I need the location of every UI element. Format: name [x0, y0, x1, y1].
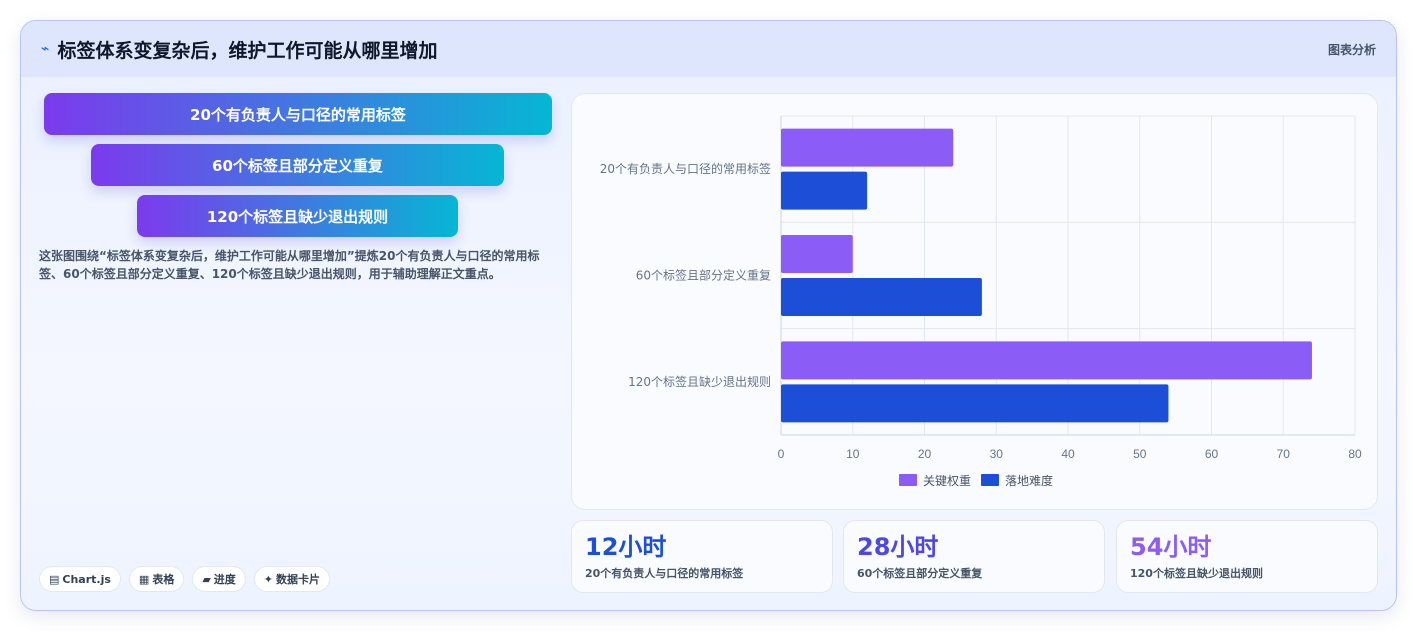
stat-value: 28小时 — [857, 533, 939, 561]
tag-label: Chart.js — [62, 572, 111, 586]
funnel-step-3: 120个标签且缺少退出规则 — [137, 195, 458, 237]
table-icon: ▦ — [138, 572, 150, 586]
bar — [781, 341, 1312, 380]
tag-table[interactable]: ▦ 表格 — [128, 566, 185, 592]
tag-label: 表格 — [152, 573, 175, 586]
stat-card-1: 12小时 20个有负责人与口径的常用标签 — [571, 520, 833, 593]
header-tag: 图表分析 — [1327, 43, 1376, 57]
chart-card: ⌁ 标签体系变复杂后，维护工作可能从哪里增加 图表分析 20个有负责人与口径的常… — [20, 20, 1397, 611]
legend-label: 落地难度 — [1005, 473, 1053, 488]
stat-label: 20个有负责人与口径的常用标签 — [585, 567, 744, 580]
x-tick-label: 70 — [1277, 447, 1291, 461]
bar — [781, 278, 982, 316]
bar — [781, 128, 954, 167]
y-tick-label: 20个有负责人与口径的常用标签 — [600, 161, 771, 176]
x-tick-label: 60 — [1205, 447, 1219, 461]
tag-data-card[interactable]: ✦ 数据卡片 — [253, 566, 331, 592]
stat-label: 120个标签且缺少退出规则 — [1130, 567, 1263, 580]
y-tick-label: 120个标签且缺少退出规则 — [628, 374, 771, 389]
legend-swatch — [899, 474, 917, 486]
stat-cards: 12小时 20个有负责人与口径的常用标签 28小时 60个标签且部分定义重复 5… — [571, 520, 1378, 593]
x-tick-label: 80 — [1348, 447, 1362, 461]
x-tick-label: 20 — [918, 447, 932, 461]
legend-label: 关键权重 — [923, 474, 971, 488]
trend-line-icon: ⌁ — [41, 41, 50, 57]
y-tick-label: 60个标签且部分定义重复 — [636, 268, 771, 283]
bar — [781, 384, 1169, 423]
tag-list: ▤ Chart.js ▦ 表格 ▰ 进度 ✦ 数据卡片 — [39, 566, 331, 592]
tag-label: 进度 — [213, 573, 236, 586]
progress-icon: ▰ — [202, 572, 211, 586]
x-tick-label: 40 — [1061, 447, 1075, 461]
x-tick-label: 0 — [778, 447, 785, 461]
x-tick-label: 30 — [990, 447, 1004, 461]
sparkle-icon: ✦ — [263, 572, 274, 586]
legend-swatch — [981, 474, 999, 486]
card-header: ⌁ 标签体系变复杂后，维护工作可能从哪里增加 图表分析 — [21, 21, 1396, 77]
stat-label: 60个标签且部分定义重复 — [857, 567, 983, 580]
tag-progress[interactable]: ▰ 进度 — [192, 566, 246, 592]
chart-panel: 0 10 20 30 40 50 60 70 80 20个有负责人与口径的常用标签 60个标签且部分… — [571, 93, 1378, 510]
tag-chartjs[interactable]: ▤ Chart.js — [39, 566, 121, 592]
funnel-step-1: 20个有负责人与口径的常用标签 — [44, 93, 552, 135]
chart-description: 这张图围绕“标签体系变复杂后，维护工作可能从哪里增加”提炼20个有负责人与口径的… — [39, 249, 540, 281]
stat-card-3: 54小时 120个标签且缺少退出规则 — [1116, 520, 1378, 593]
stat-value: 12小时 — [585, 533, 667, 561]
bar — [781, 171, 868, 210]
chart-icon: ▤ — [49, 572, 60, 586]
bar-chart: 0 10 20 30 40 50 60 70 80 20个有负责人与口径的常用标签 60个标签且部分… — [600, 115, 1362, 488]
stat-card-2: 28小时 60个标签且部分定义重复 — [843, 520, 1105, 593]
x-tick-label: 50 — [1133, 447, 1147, 461]
page-title: 标签体系变复杂后，维护工作可能从哪里增加 — [57, 39, 438, 62]
tag-label: 数据卡片 — [276, 573, 321, 586]
funnel-step-2: 60个标签且部分定义重复 — [91, 144, 504, 186]
x-tick-label: 10 — [846, 447, 860, 461]
bar — [781, 235, 853, 273]
stat-value: 54小时 — [1130, 533, 1212, 561]
